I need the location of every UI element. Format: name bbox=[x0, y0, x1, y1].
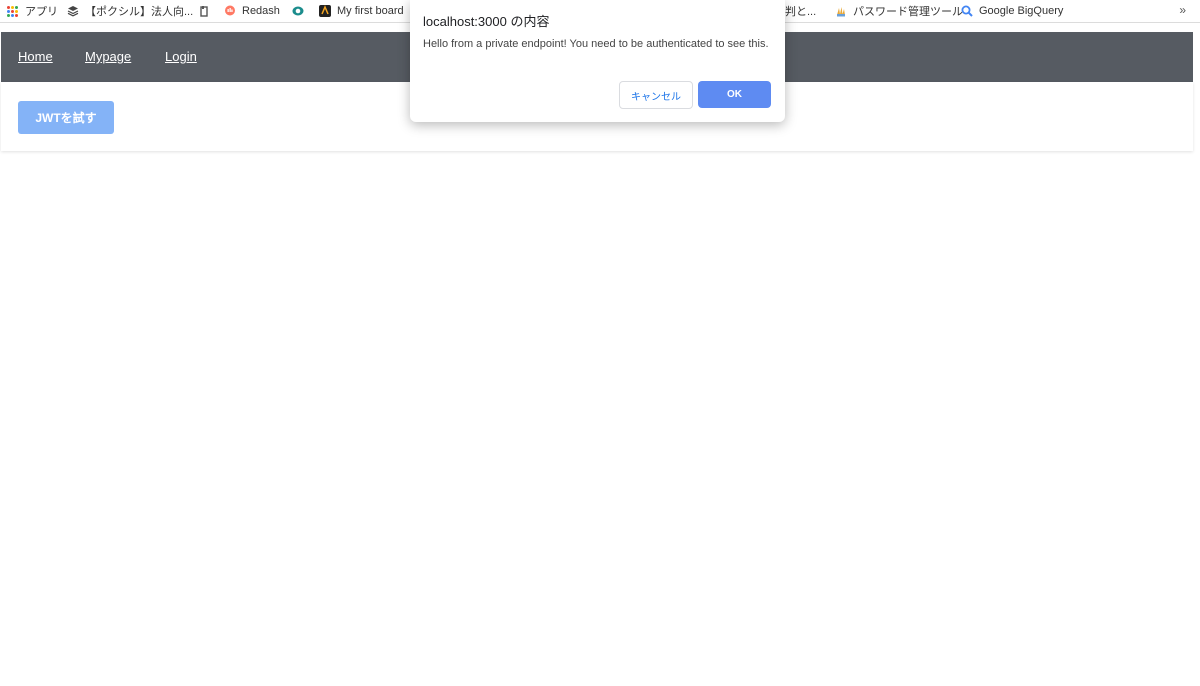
more-bookmarks-chevron[interactable]: » bbox=[1179, 3, 1186, 17]
board-icon bbox=[319, 5, 331, 17]
bookmark-label: 【ポクシル】法人向... bbox=[85, 6, 194, 18]
nav-link-mypage[interactable]: Mypage bbox=[85, 49, 131, 64]
redash-icon bbox=[225, 5, 235, 16]
bookmark-label: 判と... bbox=[785, 6, 817, 18]
try-jwt-button[interactable]: JWTを試す bbox=[18, 101, 114, 134]
bookmark-unnamed[interactable] bbox=[198, 0, 216, 22]
bookmark-label: Redash bbox=[242, 5, 280, 17]
bookmark-truncated[interactable]: 判と... bbox=[785, 0, 816, 22]
apps-grid-icon bbox=[7, 5, 18, 17]
bookmark-google-bigquery[interactable]: Google BigQuery bbox=[961, 0, 1063, 22]
eye-icon bbox=[292, 6, 304, 16]
nav-link-login[interactable]: Login bbox=[165, 49, 197, 64]
nav-link-home[interactable]: Home bbox=[18, 49, 53, 64]
bookmark-label: Google BigQuery bbox=[979, 5, 1064, 17]
ok-button[interactable]: OK bbox=[698, 81, 771, 108]
bookmark-icon bbox=[200, 6, 208, 17]
bookmark-label: アプリ bbox=[25, 6, 58, 18]
hand-icon bbox=[837, 7, 845, 17]
bookmark-poxil[interactable]: 【ポクシル】法人向... bbox=[67, 0, 193, 22]
search-icon bbox=[961, 5, 973, 17]
layers-icon bbox=[67, 6, 79, 17]
dialog-title: localhost:3000 の内容 bbox=[423, 14, 550, 29]
dialog-message: Hello from a private endpoint! You need … bbox=[423, 38, 769, 50]
alert-dialog: localhost:3000 の内容 Hello from a private … bbox=[410, 0, 785, 122]
cancel-button[interactable]: キャンセル bbox=[619, 81, 693, 109]
bookmark-password-tool[interactable]: パスワード管理ツール bbox=[835, 0, 963, 22]
bookmark-my-first-board[interactable]: My first board bbox=[319, 0, 404, 22]
bookmark-apps[interactable]: アプリ bbox=[7, 0, 58, 22]
bookmark-label: パスワード管理ツール bbox=[853, 6, 963, 18]
bookmark-label: My first board bbox=[337, 5, 404, 17]
bookmark-redash[interactable]: Redash bbox=[224, 0, 280, 22]
bookmark-eye[interactable] bbox=[292, 0, 310, 22]
